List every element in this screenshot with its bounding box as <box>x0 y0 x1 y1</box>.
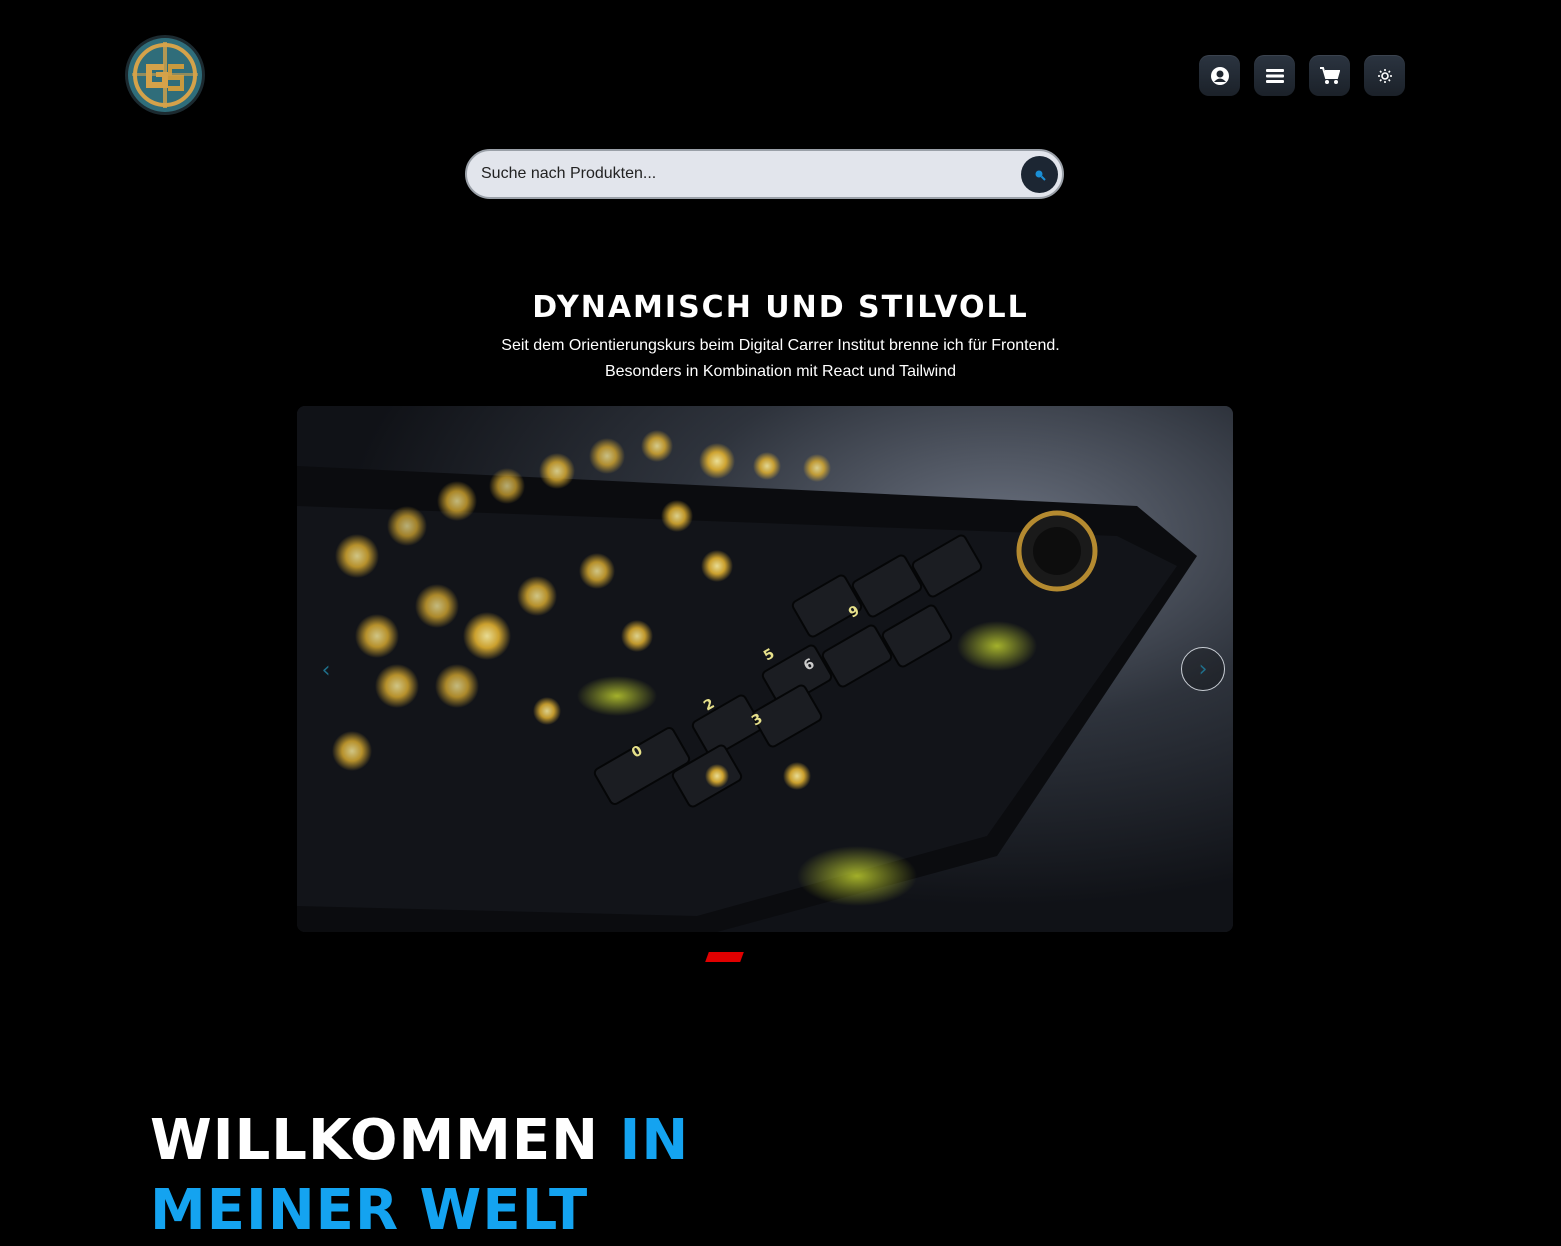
hero-title: DYNAMISCH UND STILVOLL <box>532 290 1029 325</box>
menu-icon <box>1265 68 1284 83</box>
product-search <box>465 149 1064 199</box>
account-button[interactable] <box>1199 55 1240 96</box>
welcome-word-2: IN <box>619 1108 690 1173</box>
carousel-indicator-active[interactable] <box>705 952 744 962</box>
user-icon <box>1210 66 1229 85</box>
logo-emblem <box>125 35 205 115</box>
carousel-prev-button[interactable]: ‹ <box>311 652 341 688</box>
hero-subtitle-line-1: Seit dem Orientierungskurs beim Digital … <box>501 337 1060 354</box>
menu-button[interactable] <box>1254 55 1295 96</box>
carousel-image-keyboard: 9 5 6 2 3 0 <box>297 406 1233 932</box>
theme-toggle-button[interactable] <box>1364 55 1405 96</box>
cart-icon <box>1319 66 1340 84</box>
welcome-word-1: WILLKOMMEN <box>150 1108 600 1173</box>
welcome-heading: WILLKOMMEN IN MEINER WELT <box>150 1106 689 1246</box>
search-button[interactable] <box>1021 156 1058 193</box>
hero-subtitle-line-2: Besonders in Kombination mit React und T… <box>604 363 956 380</box>
cart-button[interactable] <box>1309 55 1350 96</box>
search-icon <box>1035 170 1046 181</box>
search-input[interactable] <box>481 151 1021 197</box>
theme-toggle-icon <box>1377 68 1392 83</box>
site-logo[interactable] <box>124 34 206 116</box>
welcome-line-2: MEINER WELT <box>150 1178 589 1243</box>
top-navigation <box>1199 55 1405 96</box>
carousel-next-button[interactable]: › <box>1181 647 1225 691</box>
image-carousel: 9 5 6 2 3 0 ‹ › <box>297 406 1233 932</box>
